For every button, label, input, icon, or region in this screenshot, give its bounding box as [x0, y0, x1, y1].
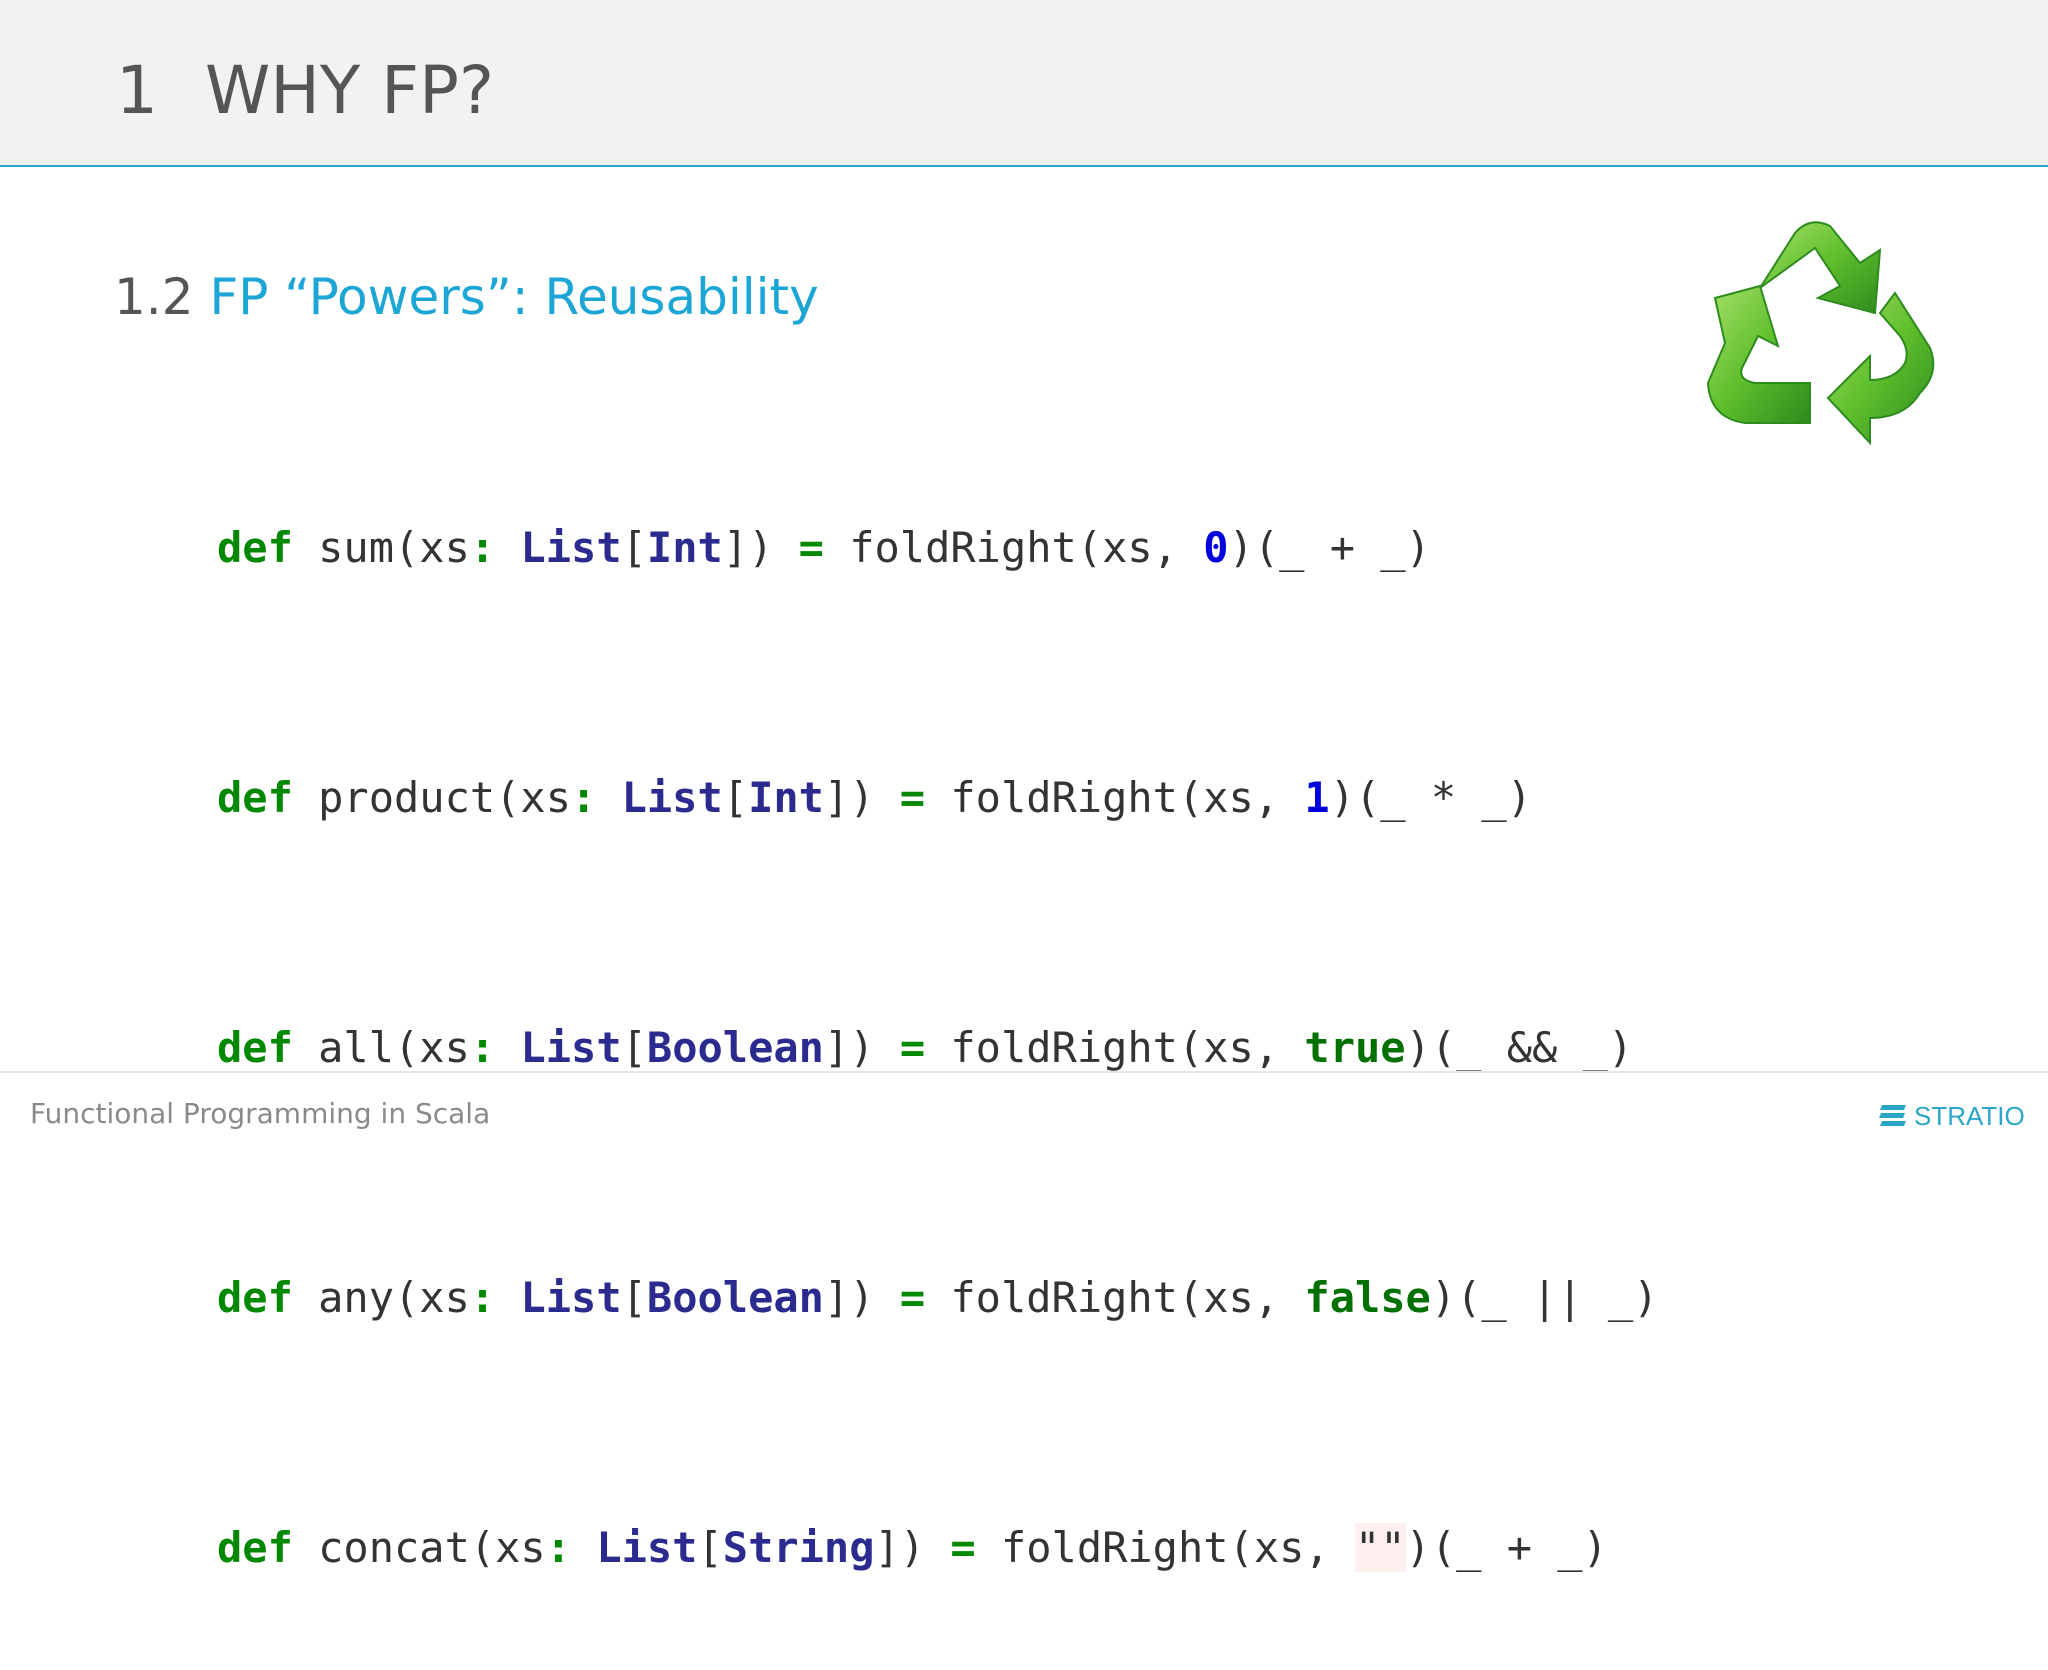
stratio-logo: STRATIO — [1878, 1101, 2025, 1131]
code-text: ) — [899, 1523, 951, 1572]
code-equals: = — [950, 1523, 976, 1572]
code-literal: 0 — [1203, 523, 1229, 572]
code-bracket: ] — [874, 1523, 900, 1572]
code-text: foldRight(xs, — [925, 773, 1305, 822]
code-type: List — [621, 773, 723, 822]
code-type: List — [520, 1273, 622, 1322]
code-literal: true — [1304, 1023, 1406, 1072]
logo-text: STRATIO — [1914, 1100, 2025, 1131]
subsection-heading: 1.2 FP “Powers”: Reusability — [114, 268, 819, 326]
keyword: def — [217, 1273, 293, 1322]
code-type-param: Int — [748, 773, 824, 822]
code-colon: : — [571, 773, 597, 822]
code-text: ) — [849, 1273, 900, 1322]
code-text: concat(xs — [292, 1523, 546, 1572]
section-number: 1 — [116, 52, 158, 129]
code-equals: = — [899, 773, 926, 822]
code-text: product(xs — [292, 773, 572, 822]
code-text: all(xs — [292, 1023, 470, 1072]
code-type: List — [520, 523, 622, 572]
code-line-any: def any(xs: List[Boolean]) = foldRight(x… — [217, 1268, 1658, 1371]
slide-title: WHY FP? — [205, 52, 494, 129]
code-colon: : — [469, 1023, 496, 1072]
footer-text: Functional Programming in Scala — [30, 1097, 491, 1130]
code-literal: "" — [1354, 1523, 1406, 1572]
code-bracket: ] — [823, 1023, 850, 1072]
code-bracket: [ — [621, 1273, 647, 1322]
code-text: ) — [849, 773, 900, 822]
code-type-param: Boolean — [646, 1273, 824, 1322]
code-text: foldRight(xs, — [925, 1023, 1305, 1072]
stratio-logo-icon — [1879, 1105, 1906, 1126]
code-text: )(_ + _) — [1405, 1523, 1608, 1572]
code-bracket: [ — [621, 1023, 647, 1072]
code-bracket: ] — [823, 1273, 850, 1322]
code-text: ) — [849, 1023, 900, 1072]
code-equals: = — [798, 523, 824, 572]
keyword: def — [217, 523, 293, 572]
code-type: List — [520, 1023, 622, 1072]
code-block: def sum(xs: List[Int]) = foldRight(xs, 0… — [217, 420, 1658, 1670]
code-text: ) — [748, 523, 799, 572]
code-line-concat: def concat(xs: List[String]) = foldRight… — [217, 1518, 1658, 1621]
code-text: foldRight(xs, — [975, 1523, 1355, 1572]
code-bracket: [ — [722, 773, 749, 822]
code-text: )(_ && _) — [1405, 1023, 1634, 1072]
subsection-number: 1.2 — [114, 268, 194, 326]
code-bracket: ] — [823, 773, 850, 822]
code-type-param: String — [722, 1523, 875, 1572]
code-text: )(_ * _) — [1329, 773, 1532, 822]
keyword: def — [217, 1023, 293, 1072]
subsection-title: FP “Powers”: Reusability — [209, 268, 819, 326]
code-equals: = — [899, 1273, 926, 1322]
code-literal: false — [1304, 1273, 1431, 1322]
code-type: List — [596, 1523, 698, 1572]
code-type-param: Int — [646, 523, 723, 572]
code-type-param: Boolean — [646, 1023, 824, 1072]
slide-footer: Functional Programming in Scala STRATIO — [0, 1071, 2048, 1152]
code-equals: = — [899, 1023, 926, 1072]
code-bracket: ] — [722, 523, 749, 572]
recycle-icon — [1706, 221, 1935, 446]
keyword: def — [217, 1523, 293, 1572]
code-bracket: [ — [621, 523, 647, 572]
slide-header: 1 WHY FP? — [0, 0, 2048, 167]
code-line-product: def product(xs: List[Int]) = foldRight(x… — [217, 768, 1658, 871]
code-text: foldRight(xs, — [925, 1273, 1305, 1322]
code-text: sum(xs — [292, 523, 470, 572]
code-text: foldRight(xs, — [823, 523, 1204, 572]
keyword: def — [217, 773, 293, 822]
code-text: )(_ + _) — [1228, 523, 1431, 572]
code-text: any(xs — [292, 1273, 470, 1322]
code-literal: 1 — [1304, 773, 1330, 822]
code-colon: : — [545, 1523, 572, 1572]
code-bracket: [ — [697, 1523, 723, 1572]
code-colon: : — [469, 1273, 496, 1322]
code-text: )(_ || _) — [1430, 1273, 1659, 1322]
code-line-sum: def sum(xs: List[Int]) = foldRight(xs, 0… — [217, 518, 1658, 621]
code-colon: : — [469, 523, 496, 572]
